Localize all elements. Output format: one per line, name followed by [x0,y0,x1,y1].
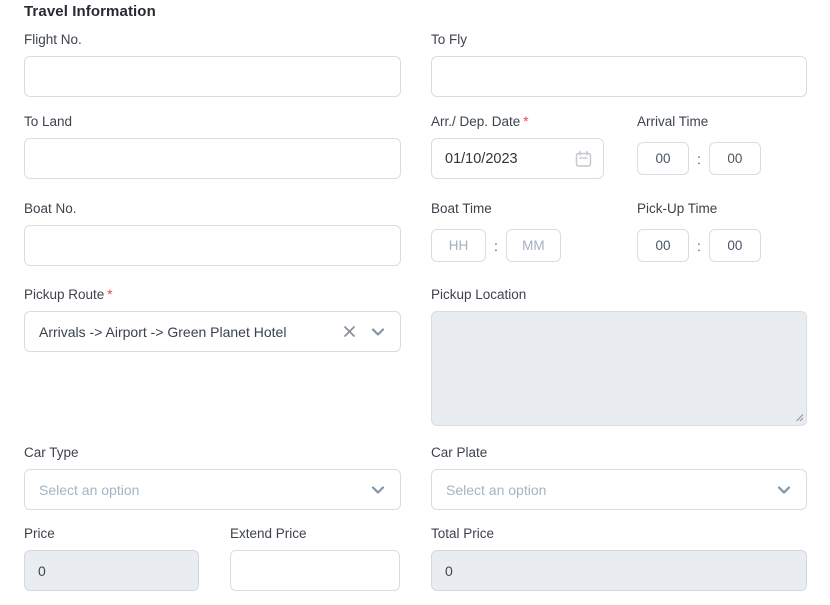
date-picker [431,138,604,179]
to-land-label: To Land [24,114,401,129]
row-pickup: Pickup Route* Arrivals -> Airport -> Gre… [24,287,807,426]
to-fly-label: To Fly [431,32,807,47]
field-car-plate: Car Plate Select an option [431,445,807,510]
car-plate-placeholder: Select an option [446,482,776,498]
car-type-placeholder: Select an option [39,482,370,498]
chevron-down-icon[interactable] [776,482,792,498]
required-asterisk: * [523,114,528,129]
car-type-select[interactable]: Select an option [24,469,401,510]
field-boat-no: Boat No. [24,201,401,266]
boat-pickup-time-subrow: Boat Time : Pick-Up Time : [431,201,807,266]
calendar-icon[interactable] [575,150,592,167]
pickup-time-minute-input[interactable] [709,229,761,262]
row-boat: Boat No. Boat Time : Pick-Up Time : [24,201,807,266]
row-flight: Flight No. To Fly [24,32,807,97]
field-to-land: To Land [24,114,401,179]
time-separator: : [697,151,701,167]
field-car-type: Car Type Select an option [24,445,401,510]
to-fly-input[interactable] [431,56,807,97]
select-icons [342,324,386,340]
section-title: Travel Information [24,0,807,20]
chevron-down-icon[interactable] [370,482,386,498]
select-icons [370,482,386,498]
to-land-input[interactable] [24,138,401,179]
pickup-time-group: : [637,225,807,266]
price-label: Price [24,526,199,541]
row-car: Car Type Select an option Car Plate Sele… [24,445,807,510]
boat-time-hour-input[interactable] [431,229,486,262]
required-asterisk: * [107,287,112,302]
extend-price-label: Extend Price [230,526,400,541]
car-type-label: Car Type [24,445,401,460]
pickup-location-wrap [431,311,807,426]
boat-time-label: Boat Time [431,201,604,216]
arrival-time-label: Arrival Time [637,114,807,129]
total-price-input [431,550,807,591]
clear-x-icon[interactable] [342,324,357,339]
pickup-route-select[interactable]: Arrivals -> Airport -> Green Planet Hote… [24,311,401,352]
arr-dep-date-label: Arr./ Dep. Date* [431,114,604,129]
time-separator: : [697,238,701,254]
pickup-route-label-text: Pickup Route [24,287,104,302]
boat-no-label: Boat No. [24,201,401,216]
field-pickup-time: Pick-Up Time : [637,201,807,266]
arr-dep-date-label-text: Arr./ Dep. Date [431,114,520,129]
field-to-fly: To Fly [431,32,807,97]
pickup-location-textarea[interactable] [431,311,807,426]
arrival-time-group: : [637,138,807,179]
pickup-location-label: Pickup Location [431,287,807,302]
date-time-subrow: Arr./ Dep. Date* Arrival Time [431,114,807,179]
field-total-price: Total Price [431,526,807,591]
field-arr-dep-date: Arr./ Dep. Date* [431,114,604,179]
field-pickup-location: Pickup Location [431,287,807,426]
boat-no-input[interactable] [24,225,401,266]
price-subrow: Price Extend Price [24,526,401,591]
car-plate-select[interactable]: Select an option [431,469,807,510]
pickup-route-selected-value: Arrivals -> Airport -> Green Planet Hote… [39,324,342,340]
arrival-time-hour-input[interactable] [637,142,689,175]
field-pickup-route: Pickup Route* Arrivals -> Airport -> Gre… [24,287,401,352]
car-plate-label: Car Plate [431,445,807,460]
boat-time-group: : [431,225,604,266]
row-price: Price Extend Price Total Price [24,526,807,591]
flight-no-label: Flight No. [24,32,401,47]
field-extend-price: Extend Price [230,526,400,591]
pickup-route-label: Pickup Route* [24,287,401,302]
flight-no-input[interactable] [24,56,401,97]
boat-time-minute-input[interactable] [506,229,561,262]
chevron-down-icon[interactable] [370,324,386,340]
row-land-date: To Land Arr./ Dep. Date* [24,114,807,179]
arrival-time-minute-input[interactable] [709,142,761,175]
field-boat-time: Boat Time : [431,201,604,266]
field-arrival-time: Arrival Time : [637,114,807,179]
travel-information-form: Travel Information Flight No. To Fly To … [0,0,830,591]
pickup-time-hour-input[interactable] [637,229,689,262]
field-flight-no: Flight No. [24,32,401,97]
price-input [24,550,199,591]
total-price-label: Total Price [431,526,807,541]
extend-price-input[interactable] [230,550,400,591]
pickup-time-label: Pick-Up Time [637,201,807,216]
time-separator: : [494,238,498,254]
field-price: Price [24,526,199,591]
select-icons [776,482,792,498]
